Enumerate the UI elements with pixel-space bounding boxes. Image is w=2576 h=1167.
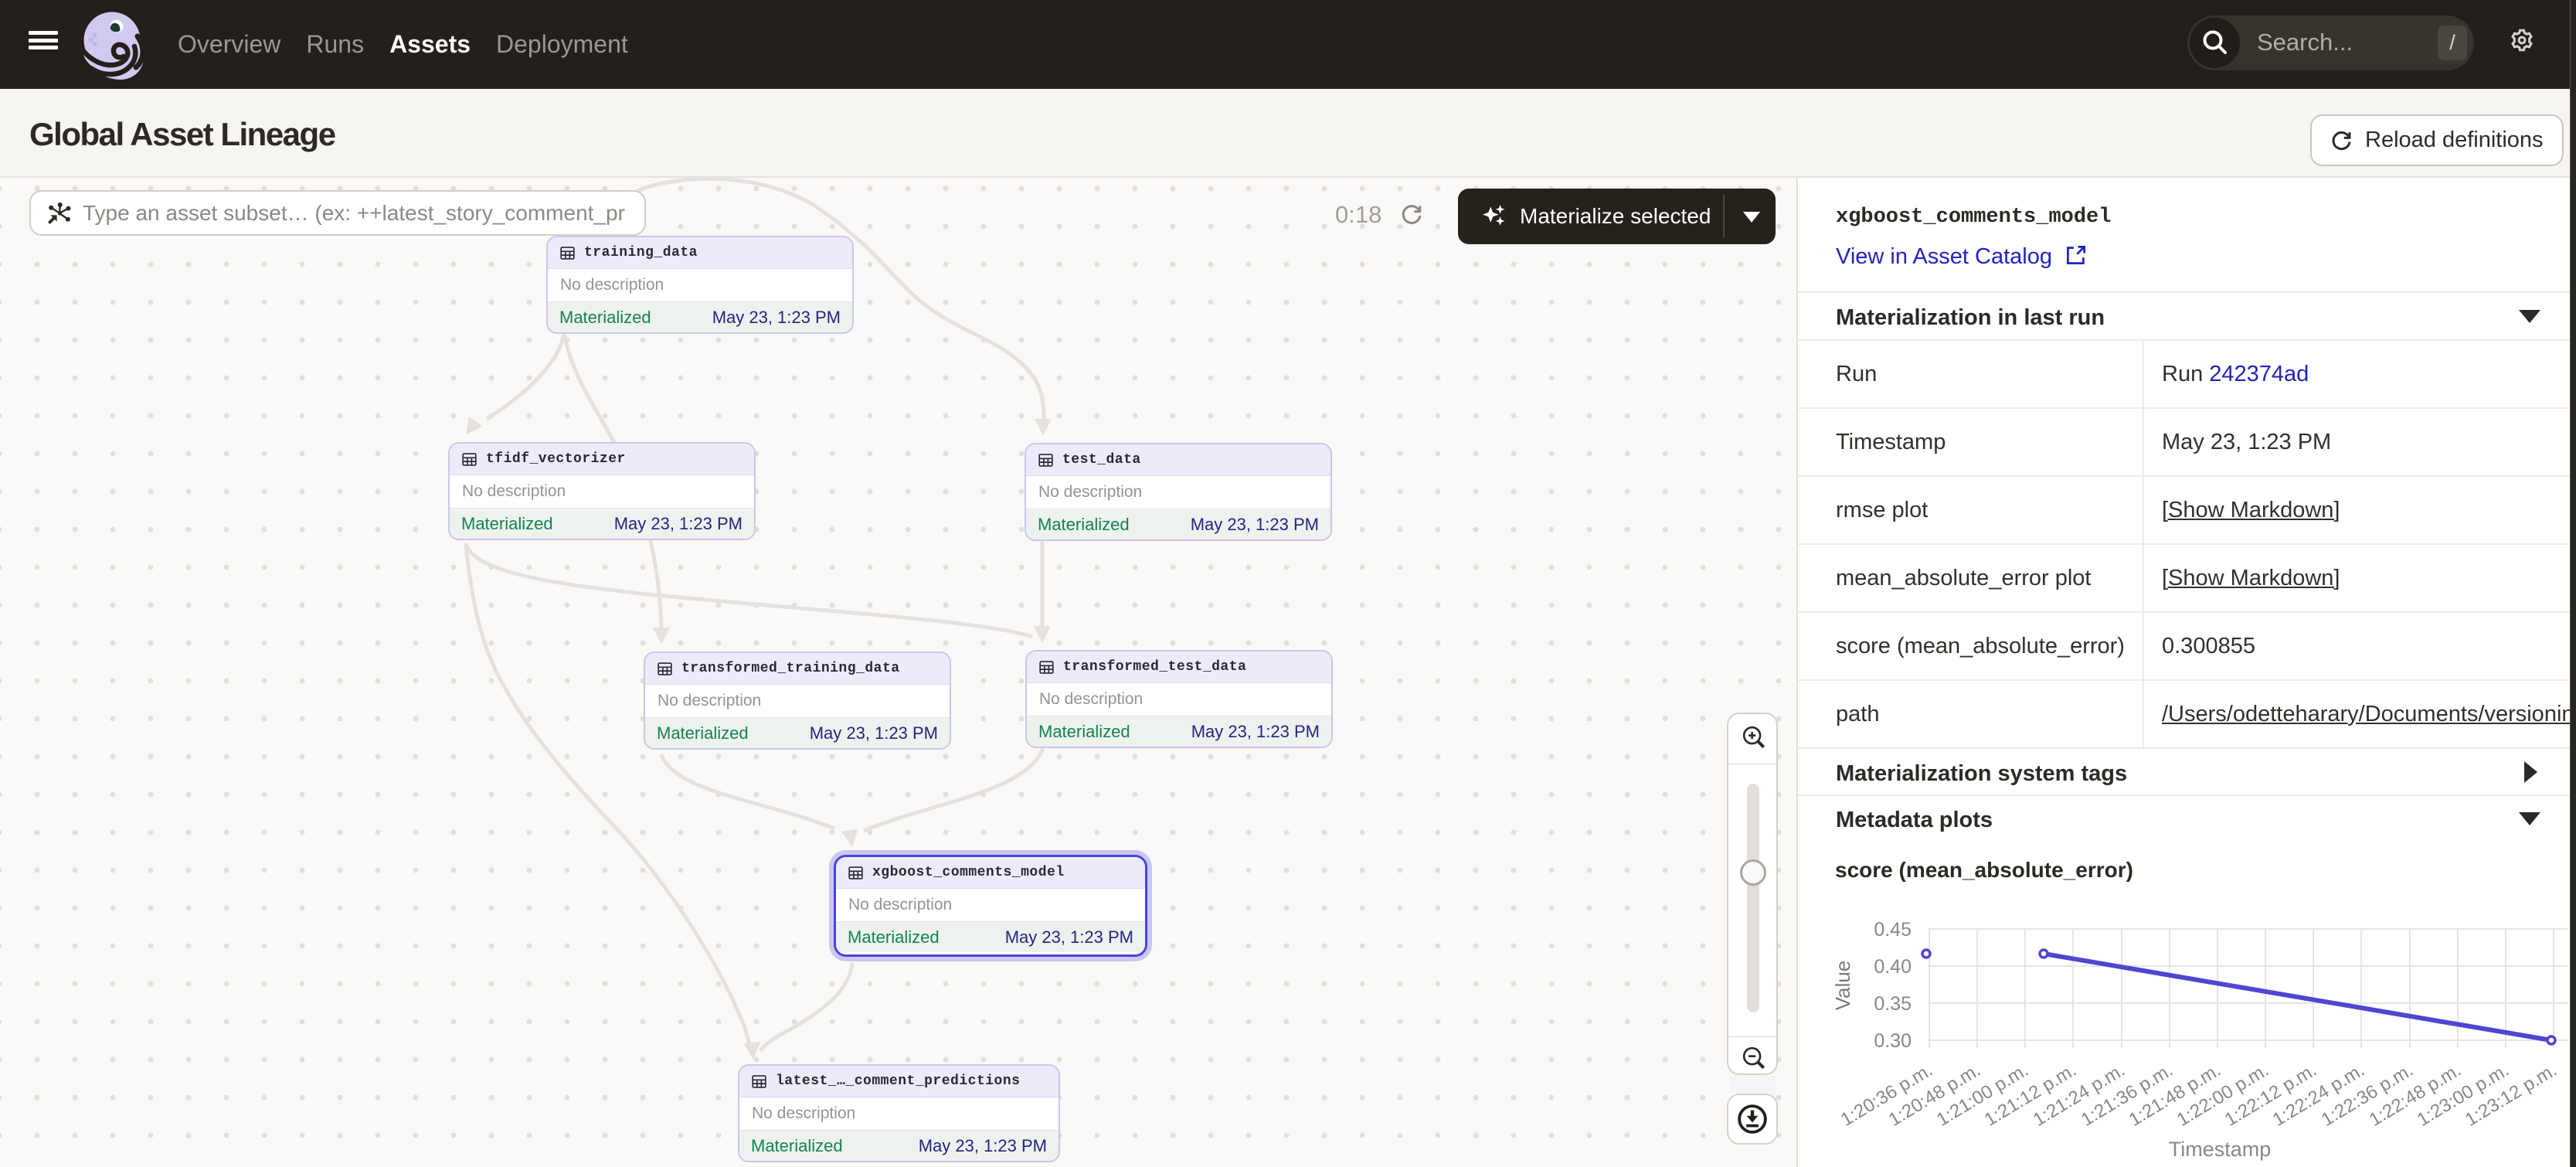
- svg-text:0.35: 0.35: [1874, 993, 1912, 1015]
- svg-text:0.30: 0.30: [1874, 1030, 1912, 1052]
- svg-text:0.45: 0.45: [1874, 919, 1912, 941]
- svg-text:0.40: 0.40: [1874, 956, 1912, 978]
- svg-text:Value: Value: [1831, 961, 1854, 1011]
- svg-text:Timestamp: Timestamp: [2169, 1138, 2272, 1161]
